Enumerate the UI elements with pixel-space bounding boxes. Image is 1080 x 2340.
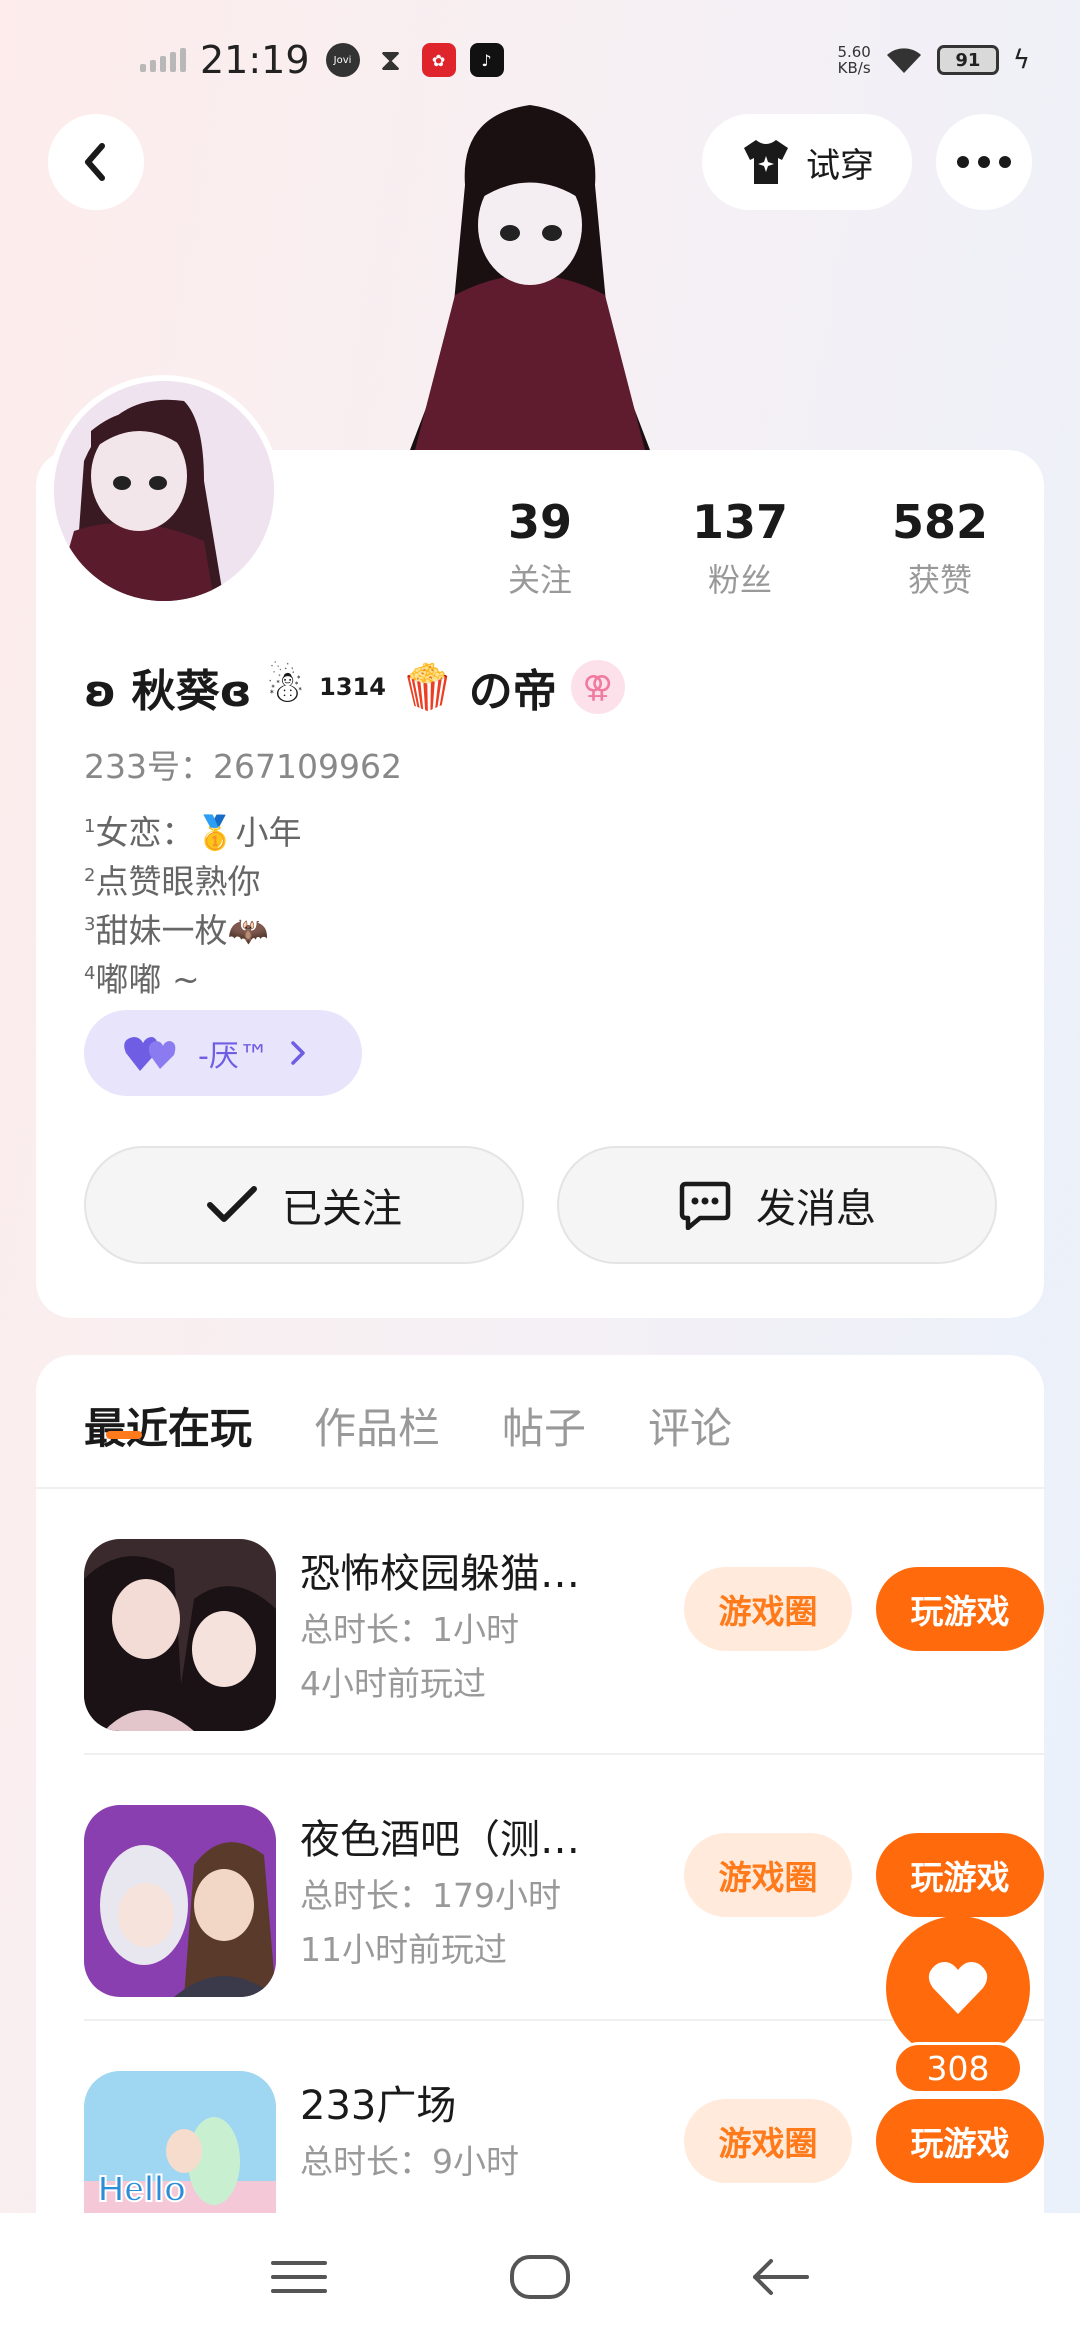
name-superscript: 1314 [319,673,386,701]
stat-following-label: 关注 [507,561,572,599]
tab-posts[interactable]: 帖子 [502,1395,586,1456]
home-icon[interactable] [508,2253,572,2301]
hourglass-icon: ⧗ [379,42,402,78]
back-button[interactable] [48,114,144,210]
game-row[interactable]: 恐怖校园躲猫… 总时长：1小时 4小时前玩过 游戏圈 玩游戏 [84,1489,1044,1755]
system-nav-bar [0,2213,1080,2340]
message-label: 发消息 [756,1186,876,1232]
bio-line-1: 1女恋：🥇小年 [84,813,302,852]
tab-comments[interactable]: 评论 [648,1395,732,1456]
active-tab-indicator [106,1431,142,1439]
tab-works[interactable]: 作品栏 [314,1395,440,1456]
nav-back-icon[interactable] [751,2257,811,2297]
stat-likes[interactable]: 582 获赞 [840,495,1040,601]
double-heart-icon [124,1037,176,1071]
bio-line-4: 4嘟嘟 ~ [84,960,200,999]
tshirt-icon [744,140,788,184]
status-time: 21:19 [200,38,310,82]
avatar-figure [395,95,665,450]
bio-line-3: 3甜妹一枚🦇 [84,911,269,950]
more-button[interactable] [936,114,1032,210]
followed-button[interactable]: 已关注 [84,1146,524,1264]
profile-stats: 39 关注 137 粉丝 582 获赞 [440,495,1040,601]
message-button[interactable]: 发消息 [557,1146,997,1264]
network-speed: 5.60 KB/s [837,43,871,77]
profile-tabs: 最近在玩 作品栏 帖子 评论 [84,1395,732,1456]
game-title: 夜色酒吧（测… [300,1817,580,1863]
game-circle-button[interactable]: 游戏圈 [684,1567,852,1651]
gender-icon: ⚢ [570,660,625,714]
user-id: 233号：267109962 [84,747,402,786]
snowman-icon: ☃ [265,661,306,713]
menu-icon[interactable] [269,2257,329,2297]
stat-following[interactable]: 39 关注 [440,495,640,601]
game-duration: 总时长：1小时 [300,1610,519,1649]
name-prefix: ʚ 秋葵ɞ [84,666,252,717]
play-game-button[interactable]: 玩游戏 [876,2099,1044,2183]
bio-line-2: 2点赞眼熟你 [84,862,261,901]
app-notification-icon: ✿ [421,43,456,77]
game-last-played: 4小时前玩过 [300,1664,486,1703]
charging-icon: ϟ [1012,45,1030,75]
game-duration: 总时长：179小时 [300,1876,561,1915]
check-icon [207,1186,257,1222]
game-circle-button[interactable]: 游戏圈 [684,2099,852,2183]
stat-fans-label: 粉丝 [707,561,772,599]
game-duration: 总时长：9小时 [300,2142,519,2181]
relation-tag[interactable]: -厌™ [84,1010,362,1096]
game-title: 233广场 [300,2083,457,2129]
more-dots-icon [957,156,1011,168]
stat-fans-num: 137 [691,495,789,549]
floating-like-button[interactable] [886,1916,1030,2060]
stat-following-num: 39 [507,495,572,549]
game-icon[interactable] [84,1805,276,1997]
recent-games-card: 最近在玩 作品栏 帖子 评论 恐怖校园躲猫… 总时长：1小时 4小时前玩过 游戏… [36,1355,1044,2340]
chat-bubble-icon [679,1181,731,1230]
game-icon[interactable] [84,1539,276,1731]
game-last-played: 11小时前玩过 [300,1930,507,1969]
avatar[interactable] [48,375,280,607]
signal-icon [140,48,186,72]
relation-tag-label: -厌™ [198,1039,269,1074]
name-suffix: の帝 [468,666,557,717]
popcorn-icon: 🍿 [399,662,455,713]
tiktok-icon: ♪ [469,43,504,77]
play-game-button[interactable]: 玩游戏 [876,1567,1044,1651]
game-title: 恐怖校园躲猫… [300,1551,580,1597]
stat-likes-num: 582 [891,495,989,549]
play-game-button[interactable]: 玩游戏 [876,1833,1044,1917]
jovi-icon: Jovi [325,43,360,77]
game-icon-text: Hello [98,2168,186,2209]
stat-likes-label: 获赞 [907,561,972,599]
like-count: 308 [893,2042,1023,2094]
back-arrow-icon [85,143,105,181]
heart-icon [928,1962,988,2014]
user-name: ʚ 秋葵ɞ ☃ 1314 🍿 の帝 ⚢ [84,655,625,719]
tab-recently-played[interactable]: 最近在玩 [84,1395,252,1456]
game-circle-button[interactable]: 游戏圈 [684,1833,852,1917]
try-on-button[interactable]: 试穿 [702,114,912,210]
chevron-right-icon [291,1041,305,1065]
followed-label: 已关注 [282,1186,402,1232]
bio: 1女恋：🥇小年 2点赞眼熟你 3甜妹一枚🦇 4嘟嘟 ~ [84,805,302,1001]
try-on-label: 试穿 [806,145,874,186]
battery-icon: 91 [936,45,999,75]
wifi-icon [886,48,921,73]
stat-fans[interactable]: 137 粉丝 [640,495,840,601]
